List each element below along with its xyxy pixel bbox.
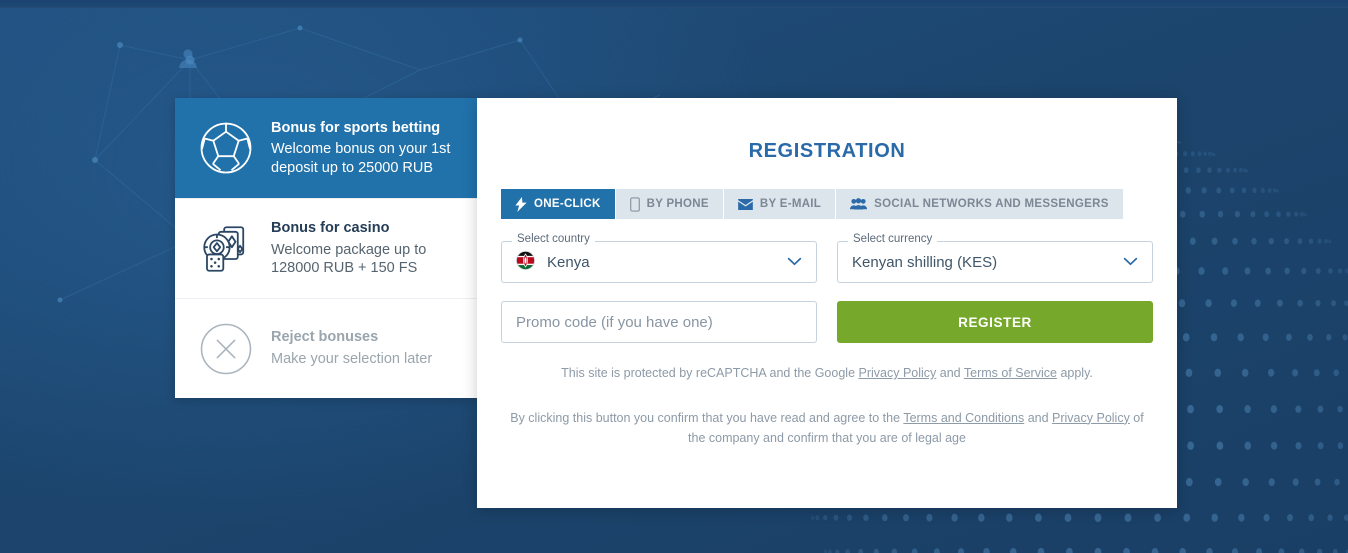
recaptcha-notice: This site is protected by reCAPTCHA and … (501, 363, 1153, 384)
tab-label: SOCIAL NETWORKS AND MESSENGERS (874, 198, 1109, 210)
bonus-selection-panel: Bonus for sports betting Welcome bonus o… (175, 98, 477, 398)
circle-x-icon (195, 318, 257, 380)
mobile-phone-icon (629, 196, 640, 212)
top-bar (0, 0, 1348, 8)
casino-chips-cards-dice-icon (195, 218, 257, 280)
promo-field (501, 301, 817, 343)
google-privacy-policy-link[interactable]: Privacy Policy (859, 366, 937, 380)
chevron-down-icon[interactable] (1123, 253, 1138, 271)
bonus-subtitle: Welcome package up to 128000 RUB + 150 F… (271, 241, 427, 277)
recaptcha-text-1: This site is protected by reCAPTCHA and … (561, 366, 859, 380)
bonus-title: Bonus for sports betting (271, 119, 441, 136)
bonus-item-reject[interactable]: Reject bonuses Make your selection later (175, 298, 477, 398)
bonus-subtitle: Welcome bonus on your 1st deposit up to … (271, 141, 451, 176)
lightning-bolt-icon (515, 196, 527, 212)
privacy-policy-link[interactable]: Privacy Policy (1052, 411, 1130, 425)
person-node-icon (179, 49, 197, 68)
tab-social-networks[interactable]: SOCIAL NETWORKS AND MESSENGERS (836, 189, 1123, 219)
promo-register-row: REGISTER (501, 301, 1153, 343)
soccer-ball-icon (195, 117, 257, 179)
bonus-title: Bonus for casino (271, 220, 390, 237)
recaptcha-text-2: and (936, 366, 964, 380)
tab-by-phone[interactable]: BY PHONE (615, 189, 724, 219)
terms-notice: By clicking this button you confirm that… (501, 408, 1153, 449)
registration-method-tabs: ONE-CLICK BY PHONE BY E-MAIL SOCIAL NETW… (501, 189, 1153, 219)
envelope-icon (738, 198, 753, 210)
registration-page: Bonus for sports betting Welcome bonus o… (175, 98, 1177, 508)
terms-and-conditions-link[interactable]: Terms and Conditions (903, 411, 1024, 425)
tab-label: BY E-MAIL (759, 198, 822, 210)
currency-field: Select currency Kenyan shilling (KES) (837, 233, 1153, 283)
registration-card: REGISTRATION ONE-CLICK BY PHONE BY E-MAI… (477, 98, 1177, 508)
tab-label: BY PHONE (646, 198, 709, 210)
terms-text-2: and (1024, 410, 1053, 425)
tab-one-click[interactable]: ONE-CLICK (501, 189, 616, 219)
bonus-item-casino[interactable]: Bonus for casino Welcome package up to 1… (175, 198, 477, 298)
country-select[interactable]: Kenya (501, 241, 817, 283)
people-group-icon (850, 198, 868, 210)
register-button[interactable]: REGISTER (837, 301, 1153, 343)
currency-select[interactable]: Kenyan shilling (KES) (837, 241, 1153, 283)
selects-row: Select country Kenya Select currency Ken… (501, 233, 1153, 283)
page-title: REGISTRATION (748, 140, 906, 162)
country-label: Select country (512, 233, 595, 245)
kenya-flag-icon (516, 250, 535, 274)
chevron-down-icon[interactable] (787, 253, 802, 271)
promo-code-input[interactable] (501, 301, 817, 343)
currency-value: Kenyan shilling (KES) (852, 253, 998, 271)
terms-text-1: By clicking this button you confirm that… (510, 410, 904, 425)
country-value: Kenya (547, 253, 590, 271)
currency-label: Select currency (848, 233, 938, 245)
recaptcha-text-3: apply. (1056, 366, 1093, 380)
country-field: Select country Kenya (501, 233, 817, 283)
tab-label: ONE-CLICK (534, 198, 601, 210)
register-field: REGISTER (837, 301, 1153, 343)
tab-by-email[interactable]: BY E-MAIL (723, 189, 837, 219)
google-terms-of-service-link[interactable]: Terms of Service (964, 366, 1057, 380)
bonus-title: Reject bonuses (271, 329, 379, 346)
bonus-item-sports[interactable]: Bonus for sports betting Welcome bonus o… (175, 98, 477, 198)
bonus-subtitle: Make your selection later (271, 351, 433, 367)
